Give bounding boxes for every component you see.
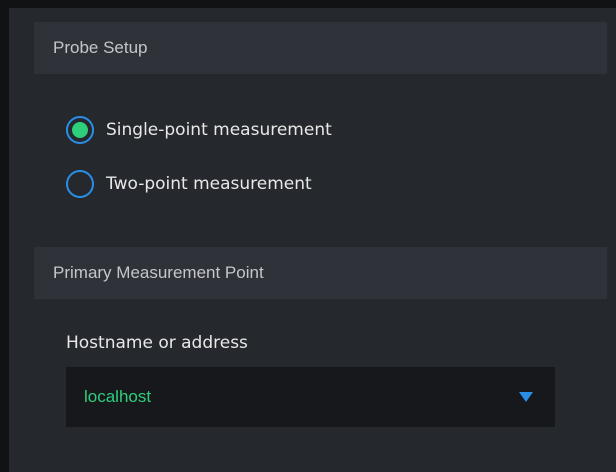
hostname-select[interactable]: localhost [66,367,555,427]
radio-two-point-label: Two-point measurement [106,174,312,194]
primary-measurement-point-title: Primary Measurement Point [53,263,264,282]
probe-setup-title: Probe Setup [53,38,148,57]
radio-single-point-label: Single-point measurement [106,120,332,140]
radio-button-unselected[interactable] [66,170,94,198]
radio-two-point[interactable]: Two-point measurement [66,167,312,201]
hostname-label: Hostname or address [66,333,248,353]
probe-setup-header: Probe Setup [34,22,607,74]
hostname-value: localhost [84,387,152,406]
radio-selected-dot [72,122,88,138]
radio-button-selected[interactable] [66,116,94,144]
chevron-down-icon[interactable] [519,392,533,402]
primary-measurement-point-header: Primary Measurement Point [34,247,607,299]
radio-single-point[interactable]: Single-point measurement [66,113,332,147]
